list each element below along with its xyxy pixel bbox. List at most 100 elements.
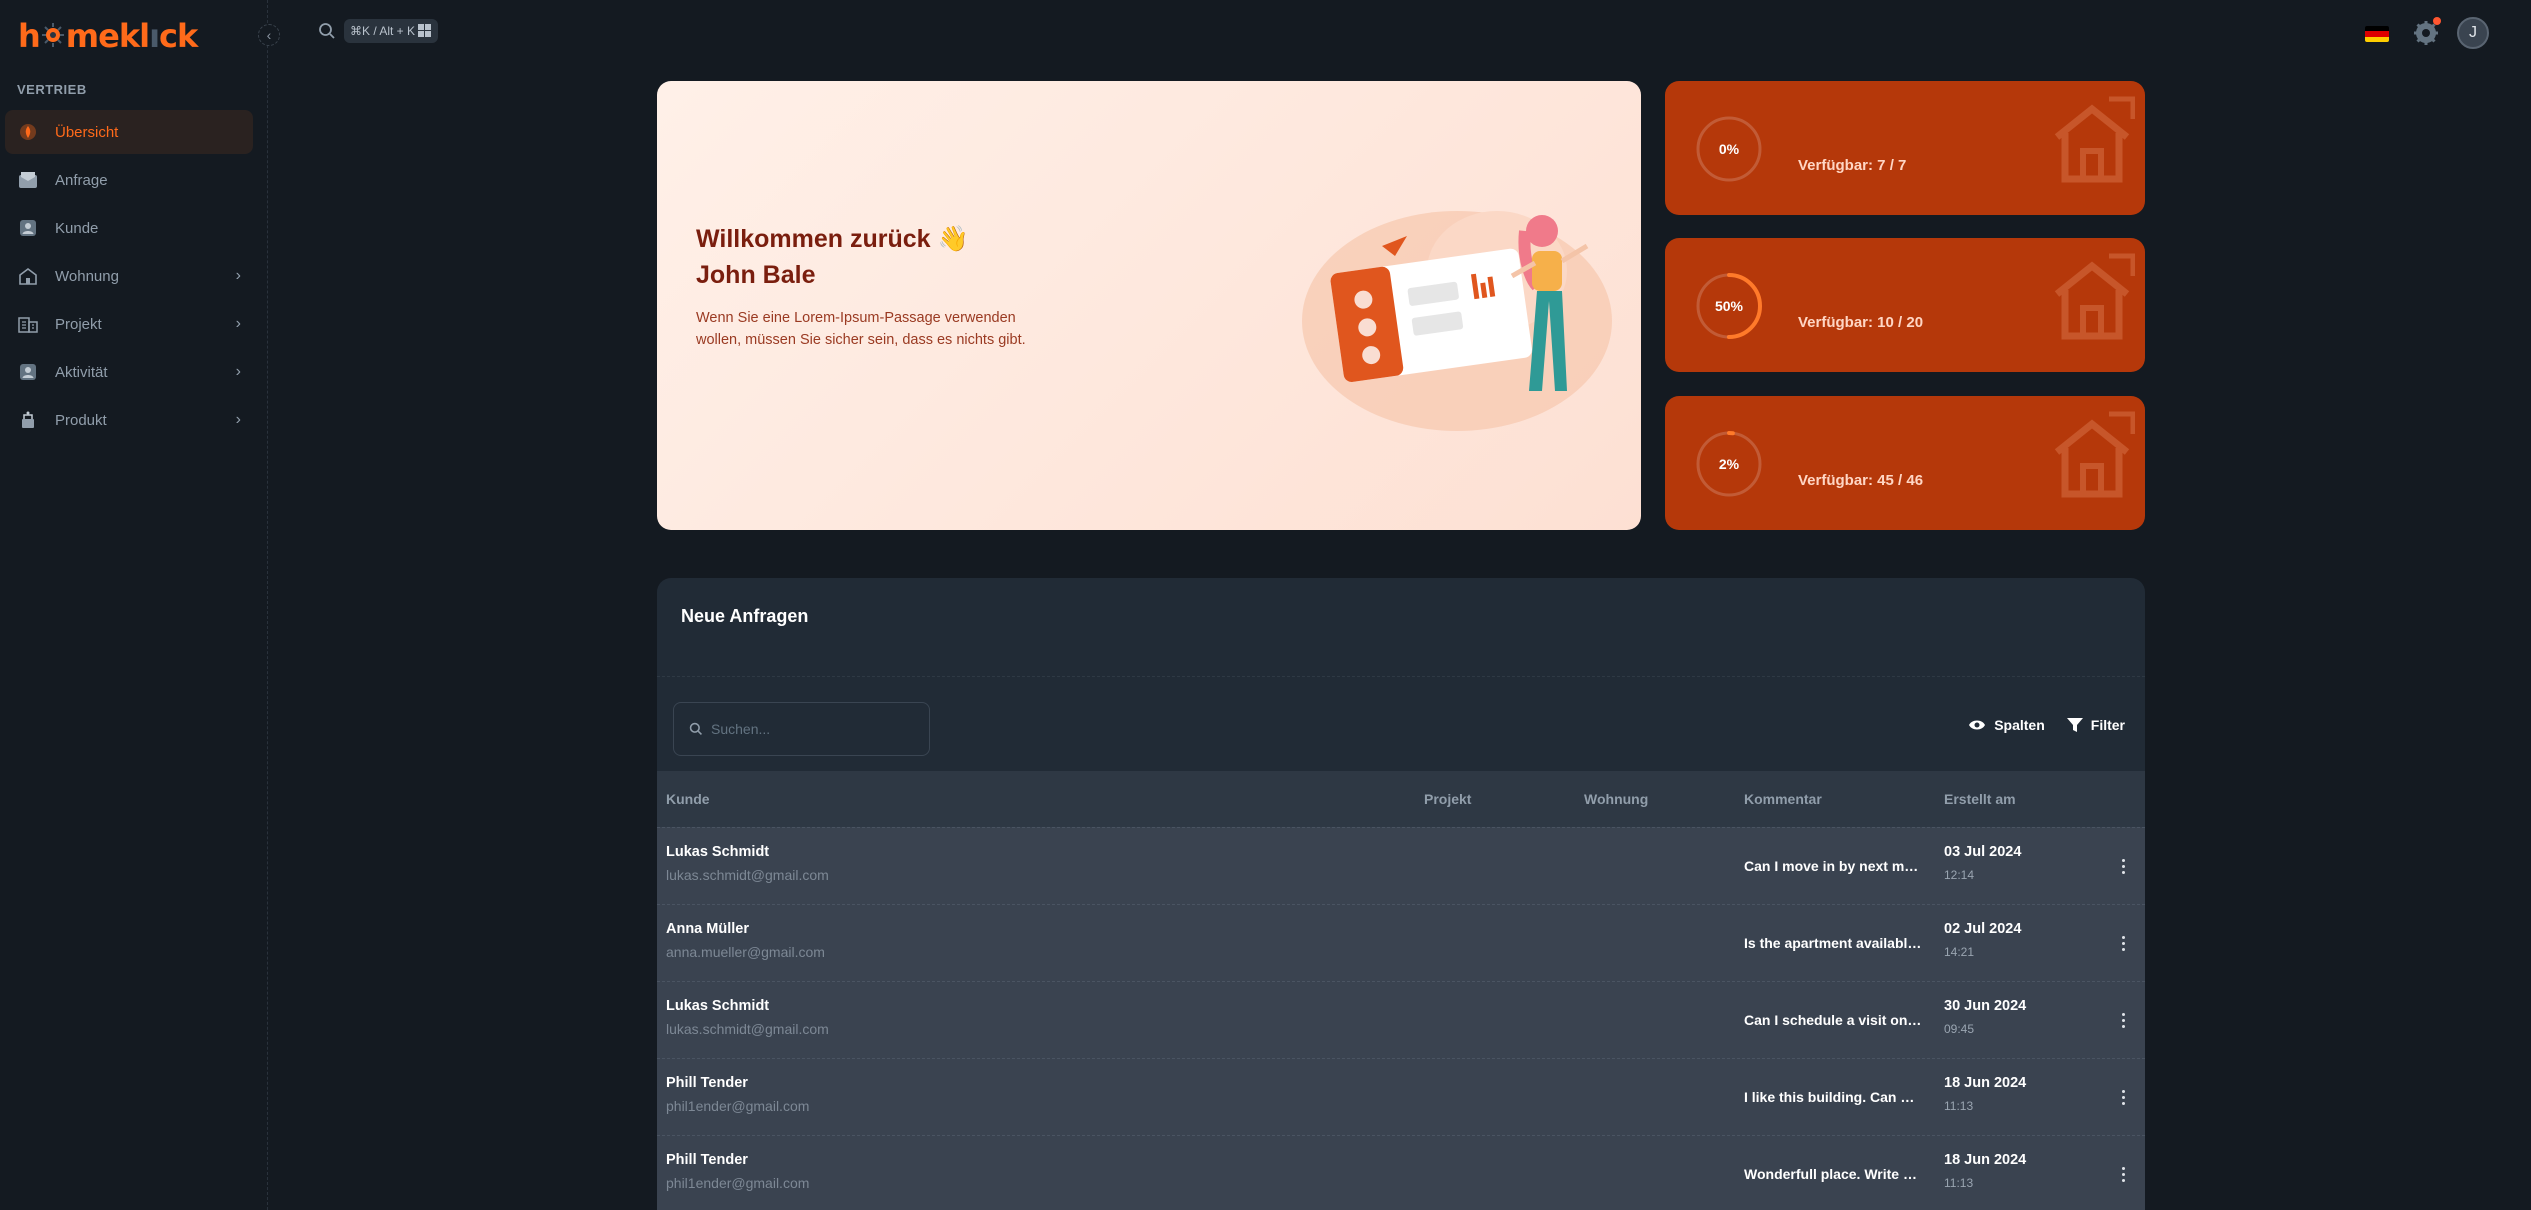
sidebar-item-produkt[interactable]: Produkt ›	[5, 398, 253, 442]
customer-name: Phill Tender	[666, 1075, 748, 1091]
stat-percent: 0%	[1718, 141, 1740, 157]
created-date: 02 Jul 2024	[1944, 921, 2022, 937]
logo-pin-icon	[41, 23, 64, 47]
customer-email: lukas.schmidt@gmail.com	[666, 867, 829, 883]
column-header-erstellt-am[interactable]: Erstellt am	[1944, 791, 2016, 807]
user-avatar[interactable]: J	[2457, 17, 2489, 49]
welcome-description: Wenn Sie eine Lorem-Ipsum-Passage verwen…	[696, 310, 1026, 348]
more-vertical-icon[interactable]	[2113, 1008, 2133, 1032]
chevron-left-icon: ‹	[266, 27, 272, 43]
table-row[interactable]: Anna Müller anna.mueller@gmail.com Is th…	[657, 904, 2145, 981]
house-icon	[2054, 411, 2135, 498]
app-logo[interactable]: h mekl ı ck	[18, 17, 198, 55]
sidebar-item-label: Aktivität	[55, 363, 108, 381]
mail-icon	[17, 169, 39, 191]
notification-dot	[2433, 17, 2441, 25]
stat-card: 0% Verfügbar: 7 / 7	[1665, 81, 2145, 215]
dashboard-icon	[17, 121, 39, 143]
created-time: 11:13	[1944, 1099, 1974, 1113]
eye-icon	[1969, 720, 1986, 730]
user-icon	[17, 217, 39, 239]
created-time: 11:13	[1944, 1176, 1974, 1190]
created-date: 18 Jun 2024	[1944, 1075, 2027, 1091]
house-icon	[2054, 253, 2135, 340]
sidebar-item-aktivitaet[interactable]: Aktivität ›	[5, 350, 253, 394]
sidebar-collapse-button[interactable]: ‹	[258, 24, 280, 46]
table-toolbar: Spalten Filter	[1968, 717, 2125, 733]
customer-email: phil1ender@gmail.com	[666, 1098, 810, 1114]
product-icon	[17, 409, 39, 431]
request-comment: Can I move in by next month?	[1744, 858, 1922, 874]
customer-email: lukas.schmidt@gmail.com	[666, 1021, 829, 1037]
created-date: 30 Jun 2024	[1944, 998, 2027, 1014]
logo-part: ck	[159, 17, 198, 55]
column-header-projekt[interactable]: Projekt	[1424, 791, 1471, 807]
search-placeholder: Suchen...	[711, 721, 771, 737]
request-comment: Is the apartment available?	[1744, 935, 1922, 951]
created-time: 14:21	[1944, 945, 1975, 959]
request-comment: Wonderfull place. Write me back.	[1744, 1166, 1922, 1182]
customer-email: phil1ender@gmail.com	[666, 1175, 810, 1191]
sidebar-item-projekt[interactable]: Projekt ›	[5, 302, 253, 346]
filter-button[interactable]: Filter	[2066, 717, 2125, 733]
columns-label: Spalten	[1994, 717, 2045, 733]
column-header-kunde[interactable]: Kunde	[666, 791, 710, 807]
more-vertical-icon[interactable]	[2113, 1085, 2133, 1109]
created-date: 18 Jun 2024	[1944, 1152, 2027, 1168]
divider	[657, 676, 2145, 677]
customer-name: Lukas Schmidt	[666, 844, 770, 860]
requests-title: Neue Anfragen	[681, 606, 809, 626]
customer-name: Anna Müller	[666, 921, 749, 937]
search-shortcut-hint[interactable]: ⌘K / Alt + K	[344, 19, 439, 43]
sidebar-item-label: Wohnung	[55, 267, 119, 285]
columns-button[interactable]: Spalten	[1968, 717, 2045, 733]
more-vertical-icon[interactable]	[2113, 854, 2133, 878]
stat-available: Verfügbar: 7 / 7	[1798, 157, 1907, 174]
sidebar-item-label: Übersicht	[55, 123, 119, 141]
home-icon	[17, 265, 39, 287]
settings-gear-icon[interactable]	[2413, 17, 2441, 46]
sidebar: h mekl ı ck VERTRIEB Übersicht Anfrage K…	[0, 0, 268, 1210]
logo-part: ı	[149, 17, 160, 55]
request-comment: Can I schedule a visit on Friday?	[1744, 1012, 1922, 1028]
chevron-right-icon: ›	[235, 411, 241, 428]
welcome-title: Willkommen zurück 👋 John Bale	[696, 221, 969, 293]
building-icon	[17, 313, 39, 335]
more-vertical-icon[interactable]	[2113, 931, 2133, 955]
created-time: 12:14	[1944, 868, 1975, 882]
customer-name: Phill Tender	[666, 1152, 748, 1168]
sidebar-item-wohnung[interactable]: Wohnung ›	[5, 254, 253, 298]
sidebar-item-anfrage[interactable]: Anfrage	[5, 158, 253, 202]
request-comment: I like this building. Can we talk?	[1744, 1089, 1922, 1105]
sidebar-nav: Übersicht Anfrage Kunde Wohnung › Projek…	[5, 110, 253, 446]
logo-part: h	[18, 17, 41, 55]
stat-percent: 2%	[1718, 456, 1740, 472]
stat-percent: 50%	[1714, 298, 1744, 314]
table-row[interactable]: Lukas Schmidt lukas.schmidt@gmail.com Ca…	[657, 827, 2145, 904]
chevron-right-icon: ›	[235, 315, 241, 332]
stat-card: 2% Verfügbar: 45 / 46	[1665, 396, 2145, 530]
filter-icon	[2066, 718, 2083, 732]
column-header-kommentar[interactable]: Kommentar	[1744, 791, 1822, 807]
table-header: Kunde Projekt Wohnung Kommentar Erstellt…	[657, 771, 2145, 827]
logo-part: mekl	[65, 17, 150, 55]
search-icon[interactable]	[318, 22, 336, 45]
language-flag-de-icon[interactable]	[2365, 26, 2389, 42]
sidebar-item-kunde[interactable]: Kunde	[5, 206, 253, 250]
column-header-wohnung[interactable]: Wohnung	[1584, 791, 1648, 807]
filter-label: Filter	[2090, 717, 2125, 733]
welcome-user-name: John Bale	[696, 261, 816, 289]
more-vertical-icon[interactable]	[2113, 1162, 2133, 1186]
table-row[interactable]: Phill Tender phil1ender@gmail.com Wonder…	[657, 1135, 2145, 1210]
table-row[interactable]: Phill Tender phil1ender@gmail.com I like…	[657, 1058, 2145, 1135]
created-date: 03 Jul 2024	[1944, 844, 2022, 860]
chevron-right-icon: ›	[235, 267, 241, 284]
customer-email: anna.mueller@gmail.com	[666, 944, 825, 960]
sidebar-item-label: Kunde	[55, 219, 99, 237]
search-icon	[689, 722, 702, 735]
sidebar-section-title: VERTRIEB	[17, 82, 87, 97]
table-row[interactable]: Lukas Schmidt lukas.schmidt@gmail.com Ca…	[657, 981, 2145, 1058]
stat-available: Verfügbar: 10 / 20	[1798, 314, 1924, 331]
sidebar-item-uebersicht[interactable]: Übersicht	[5, 110, 253, 154]
search-input[interactable]: Suchen...	[673, 702, 930, 756]
